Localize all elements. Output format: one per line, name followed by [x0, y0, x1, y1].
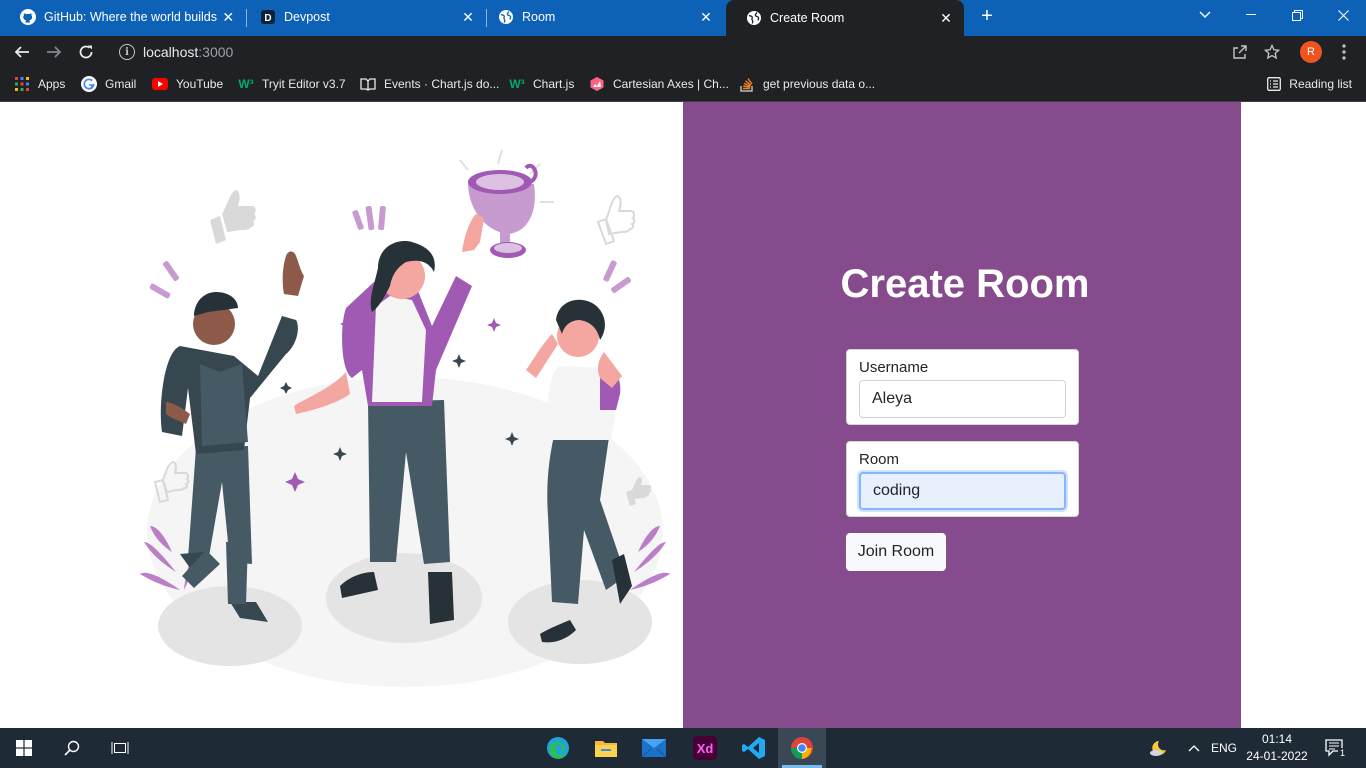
stackoverflow-icon	[739, 76, 755, 92]
username-input[interactable]	[859, 380, 1066, 418]
username-label: Username	[859, 359, 929, 376]
page-title: Create Room	[840, 262, 1090, 306]
w3schools-icon: W³	[238, 77, 254, 91]
share-icon[interactable]	[1228, 40, 1252, 64]
tab-title: Room	[522, 10, 556, 24]
reading-list-button[interactable]: Reading list	[1267, 75, 1352, 93]
close-icon[interactable]: ✕	[698, 9, 714, 25]
windows-taskbar: Xd ENG 01:14 24-01-2022 1	[0, 728, 1366, 768]
tab-devpost[interactable]: D Devpost ✕	[240, 0, 486, 34]
bookmark-apps[interactable]: Apps	[14, 75, 65, 93]
close-window-icon[interactable]	[1320, 0, 1366, 30]
bookmark-youtube[interactable]: YouTube	[152, 75, 223, 93]
clock-date: 24-01-2022	[1246, 749, 1308, 763]
tab-search-chevron-icon[interactable]	[1182, 0, 1228, 30]
mail-icon[interactable]	[630, 728, 678, 768]
globe-icon	[498, 9, 514, 25]
room-label: Room	[859, 451, 900, 468]
chevron-up-icon[interactable]	[1184, 728, 1204, 768]
site-info-icon[interactable]: i	[119, 44, 135, 60]
bookmark-label: Apps	[38, 77, 66, 91]
w3schools-icon: W³	[509, 77, 525, 91]
create-room-panel: Create Room Username Room Join Room	[683, 102, 1241, 728]
close-icon[interactable]: ✕	[938, 10, 954, 26]
svg-text:Xd: Xd	[697, 741, 714, 756]
url-port: :3000	[198, 44, 234, 60]
url-host: localhost	[143, 44, 199, 60]
bookmark-chartjs[interactable]: W³ Chart.js	[509, 75, 574, 93]
apps-grid-icon	[14, 76, 30, 92]
profile-avatar[interactable]: R	[1300, 41, 1322, 63]
devpost-icon: D	[260, 9, 276, 25]
task-view-icon[interactable]	[96, 728, 144, 768]
bookmark-label: get previous data o...	[763, 77, 876, 91]
tab-strip: GitHub: Where the world builds s ✕ D Dev…	[0, 0, 1366, 36]
svg-text:D: D	[264, 13, 271, 24]
system-clock[interactable]: 01:14 24-01-2022	[1240, 731, 1314, 765]
vscode-icon[interactable]	[730, 728, 778, 768]
room-field-card: Room	[846, 441, 1079, 517]
book-icon	[360, 76, 376, 92]
close-icon[interactable]: ✕	[460, 9, 476, 25]
username-field-card: Username	[846, 349, 1079, 425]
tab-title: Devpost	[284, 10, 330, 24]
celebration-illustration	[0, 102, 683, 728]
chrome-icon[interactable]	[778, 728, 826, 768]
restore-icon[interactable]	[1274, 0, 1320, 30]
bookmark-label: Cartesian Axes | Ch...	[613, 77, 729, 91]
bookmark-cartesian-axes[interactable]: Cartesian Axes | Ch...	[589, 75, 729, 93]
reading-list-label: Reading list	[1289, 77, 1352, 91]
bookmark-label: Gmail	[105, 77, 137, 91]
youtube-icon	[152, 76, 168, 92]
reading-list-icon	[1267, 77, 1282, 91]
back-arrow-icon[interactable]	[9, 39, 35, 65]
chartjs-icon	[589, 76, 605, 92]
search-icon[interactable]	[48, 728, 96, 768]
tab-github[interactable]: GitHub: Where the world builds s ✕	[0, 0, 246, 34]
tab-title: Create Room	[770, 11, 845, 25]
page-content: Create Room Username Room Join Room	[0, 102, 1366, 728]
github-icon	[20, 9, 36, 25]
adobe-xd-icon[interactable]: Xd	[681, 728, 729, 768]
notification-count: 1	[1338, 748, 1348, 758]
url-text[interactable]: localhost:3000	[143, 44, 233, 60]
globe-icon	[746, 10, 762, 26]
room-input[interactable]	[859, 472, 1066, 510]
tab-room[interactable]: Room ✕	[478, 0, 724, 34]
bookmark-label: YouTube	[176, 77, 224, 91]
language-indicator[interactable]: ENG	[1206, 728, 1242, 768]
file-explorer-icon[interactable]	[582, 728, 630, 768]
browser-toolbar: i localhost:3000	[0, 36, 1366, 67]
weather-moon-icon[interactable]	[1146, 728, 1172, 768]
bookmark-star-icon[interactable]	[1260, 40, 1284, 64]
bookmarks-bar: Apps Gmail YouTube W³ Tryit Editor v3.7 …	[0, 67, 1366, 102]
join-room-button[interactable]: Join Room	[846, 533, 946, 571]
bookmark-label: Events · Chart.js do...	[384, 77, 500, 91]
clock-time: 01:14	[1261, 732, 1293, 746]
minimize-icon[interactable]	[1228, 0, 1274, 30]
edge-icon[interactable]	[534, 728, 582, 768]
bookmark-chartjs-events[interactable]: Events · Chart.js do...	[360, 75, 499, 93]
notification-center-icon[interactable]: 1	[1320, 728, 1350, 768]
forward-arrow-icon[interactable]	[41, 39, 67, 65]
bookmark-label: Tryit Editor v3.7	[262, 77, 346, 91]
windows-start-icon[interactable]	[0, 728, 48, 768]
tab-title: GitHub: Where the world builds s	[44, 10, 221, 24]
close-icon[interactable]: ✕	[221, 9, 236, 25]
new-tab-button[interactable]: +	[976, 5, 998, 27]
bookmark-stackoverflow[interactable]: get previous data o...	[739, 75, 875, 93]
reload-icon[interactable]	[73, 39, 99, 65]
address-bar[interactable]: i localhost:3000	[110, 38, 1290, 66]
tab-create-room[interactable]: Create Room ✕	[726, 0, 964, 36]
bookmark-label: Chart.js	[533, 77, 575, 91]
bookmark-tryit-editor[interactable]: W³ Tryit Editor v3.7	[238, 75, 346, 93]
bookmark-gmail[interactable]: Gmail	[81, 75, 136, 93]
more-menu-icon[interactable]	[1332, 40, 1356, 64]
google-icon	[81, 76, 97, 92]
